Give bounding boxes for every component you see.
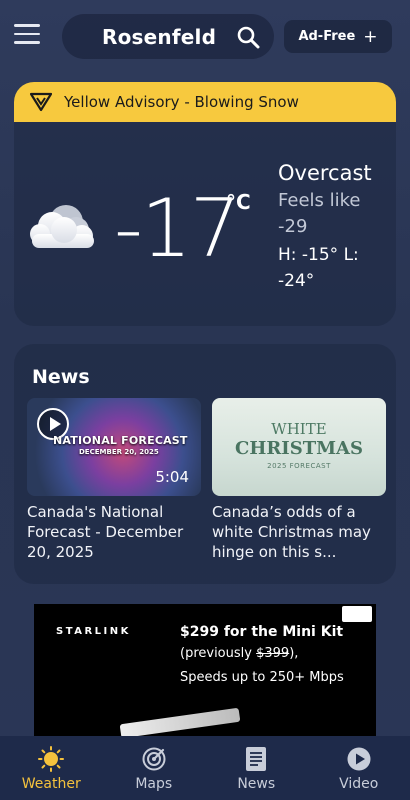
menu-bar bbox=[14, 41, 40, 44]
menu-bar bbox=[14, 32, 40, 35]
thumbnail-text: 2025 FORECAST bbox=[267, 462, 331, 470]
adchoices-icon[interactable] bbox=[342, 606, 372, 622]
location-selector[interactable]: Rosenfeld bbox=[62, 14, 274, 59]
alert-text: Yellow Advisory - Blowing Snow bbox=[64, 93, 299, 111]
ad-speed-line: Speeds up to 250+ Mbps bbox=[180, 670, 344, 685]
alert-icon bbox=[30, 92, 52, 112]
article-thumbnail[interactable]: WHITE CHRISTMAS 2025 FORECAST bbox=[212, 398, 386, 496]
story-headline[interactable]: Canada's National Forecast - December 20… bbox=[27, 502, 201, 562]
temperature-unit: °C bbox=[226, 190, 251, 214]
weather-alert-banner[interactable]: Yellow Advisory - Blowing Snow bbox=[14, 82, 396, 122]
feels-like: Feels like -29 bbox=[278, 190, 361, 237]
advertisement-banner[interactable]: STARLINK $299 for the Mini Kit (previous… bbox=[34, 604, 376, 736]
menu-bar bbox=[14, 24, 40, 27]
nav-maps[interactable]: Maps bbox=[103, 736, 206, 800]
radar-icon bbox=[142, 747, 166, 771]
newspaper-icon bbox=[246, 747, 267, 771]
nav-label: Maps bbox=[135, 776, 173, 792]
news-card: News NATIONAL FORECAST DECEMBER 20, 2025… bbox=[14, 344, 396, 584]
thumbnail-title: NATIONAL FORECAST bbox=[53, 434, 188, 447]
nav-label: Weather bbox=[21, 776, 81, 792]
plus-icon: + bbox=[363, 26, 378, 47]
news-story[interactable]: NATIONAL FORECAST DECEMBER 20, 2025 5:04… bbox=[27, 398, 201, 562]
high-low: H: -15° L: -24° bbox=[278, 245, 359, 291]
thumbnail-text: WHITE bbox=[271, 420, 327, 438]
city-name: Rosenfeld bbox=[102, 24, 217, 49]
menu-button[interactable] bbox=[14, 24, 40, 46]
ad-free-button[interactable]: Ad-Free + bbox=[284, 20, 392, 53]
search-icon[interactable] bbox=[236, 25, 260, 49]
ad-price-suffix: ), bbox=[289, 646, 299, 661]
nav-video[interactable]: Video bbox=[308, 736, 410, 800]
condition-text: Overcast bbox=[278, 161, 372, 185]
nav-news[interactable]: News bbox=[205, 736, 308, 800]
current-conditions-card[interactable]: Yellow Advisory - Blowing Snow -17 °C Ov… bbox=[14, 82, 396, 326]
sun-icon bbox=[38, 746, 65, 772]
bottom-navigation: Weather Maps News Video bbox=[0, 736, 410, 800]
ad-price-line: (previously $399), bbox=[180, 646, 298, 661]
news-story[interactable]: WHITE CHRISTMAS 2025 FORECAST Canada’s o… bbox=[212, 398, 386, 562]
ad-free-label: Ad-Free bbox=[298, 29, 356, 44]
play-icon bbox=[347, 747, 371, 771]
ad-headline: $299 for the Mini Kit bbox=[180, 624, 344, 640]
nav-weather[interactable]: Weather bbox=[0, 736, 103, 800]
story-headline[interactable]: Canada’s odds of a white Christmas may h… bbox=[212, 502, 386, 562]
product-image bbox=[119, 707, 241, 736]
nav-label: News bbox=[237, 776, 276, 792]
video-thumbnail[interactable]: NATIONAL FORECAST DECEMBER 20, 2025 5:04 bbox=[27, 398, 201, 496]
ad-price-prefix: (previously bbox=[180, 646, 257, 661]
nav-label: Video bbox=[339, 776, 379, 792]
thumbnail-date: DECEMBER 20, 2025 bbox=[79, 448, 159, 456]
condition-summary: Overcast Feels like -29 H: -15° L: -24° bbox=[278, 160, 390, 294]
ad-brand: STARLINK bbox=[56, 626, 131, 637]
ad-old-price: $399 bbox=[256, 646, 290, 661]
current-temperature: -17 bbox=[114, 182, 241, 275]
thumbnail-text: CHRISTMAS bbox=[235, 438, 363, 459]
news-section-title: News bbox=[32, 366, 90, 388]
cloud-icon bbox=[30, 205, 94, 248]
video-duration: 5:04 bbox=[155, 468, 189, 486]
